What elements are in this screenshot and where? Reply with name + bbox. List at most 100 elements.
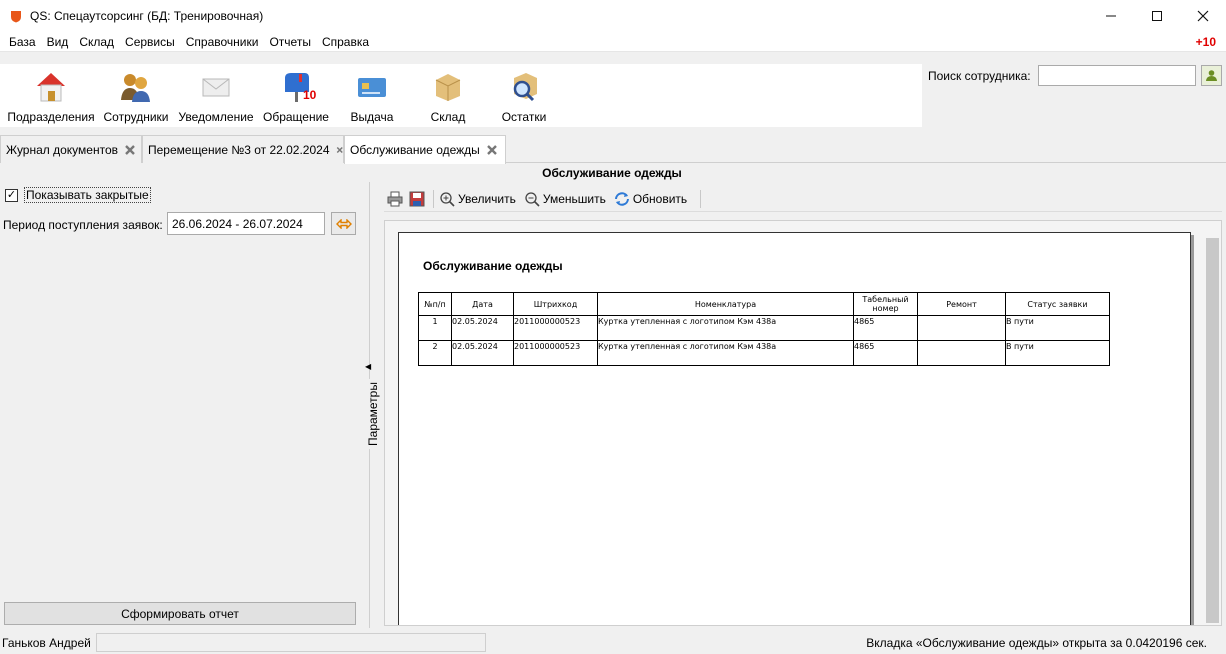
cell-barcode: 2011000000523 bbox=[513, 315, 598, 341]
cell-tab-number: 4865 bbox=[853, 315, 918, 341]
magnifier-icon bbox=[513, 73, 537, 102]
house-icon bbox=[37, 73, 65, 102]
box-icon bbox=[435, 74, 461, 101]
tab-clothing-service[interactable]: Обслуживание одежды bbox=[344, 135, 506, 164]
card-icon bbox=[358, 78, 386, 97]
column-header: Табельный номер bbox=[853, 292, 918, 316]
report-viewer[interactable]: Обслуживание одежды №п/п Дата Штрихкод Н… bbox=[384, 220, 1222, 626]
table-header-row: №п/п Дата Штрихкод Номенклатура Табельны… bbox=[418, 292, 1110, 316]
employee-search-button[interactable] bbox=[1201, 65, 1222, 86]
save-icon bbox=[409, 191, 425, 206]
status-bar: Ганьков Андрей Вкладка «Обслуживание оде… bbox=[0, 632, 1226, 654]
menu-sklad[interactable]: Склад bbox=[74, 35, 120, 49]
period-field[interactable]: 26.06.2024 - 26.07.2024 bbox=[167, 212, 325, 235]
column-header: Статус заявки bbox=[1005, 292, 1110, 316]
people-icon bbox=[121, 74, 150, 102]
zoom-in-button[interactable]: Увеличить bbox=[439, 191, 516, 207]
report-table: №п/п Дата Штрихкод Номенклатура Табельны… bbox=[418, 292, 1110, 366]
main-toolbar: Подразделения Сотрудники Уведомление 10 … bbox=[0, 64, 922, 127]
toolbar-notification-button[interactable]: Уведомление bbox=[178, 70, 254, 126]
status-user: Ганьков Андрей bbox=[2, 636, 91, 650]
envelope-icon bbox=[202, 78, 230, 97]
refresh-button[interactable]: Обновить bbox=[614, 191, 687, 207]
cell-barcode: 2011000000523 bbox=[513, 340, 598, 366]
toolbar-issue-button[interactable]: Выдача bbox=[340, 70, 404, 126]
report-page-title: Обслуживание одежды bbox=[423, 259, 563, 273]
user-search-icon bbox=[1206, 70, 1217, 81]
minimize-icon bbox=[1106, 15, 1116, 17]
column-header: №п/п bbox=[418, 292, 452, 316]
toolbar-departments-button[interactable]: Подразделения bbox=[7, 70, 95, 126]
toolbar-warehouse-button[interactable]: Склад bbox=[416, 70, 480, 126]
close-button[interactable] bbox=[1180, 0, 1226, 32]
period-picker-button[interactable] bbox=[331, 212, 356, 235]
notification-badge[interactable]: +10 bbox=[1196, 35, 1216, 49]
cell-number: 1 bbox=[418, 315, 452, 341]
zoom-out-label: Уменьшить bbox=[542, 191, 606, 206]
window-title: QS: Спецаутсорсинг (БД: Тренировочная) bbox=[30, 9, 264, 23]
show-closed-row[interactable]: ✓ Показывать закрытые bbox=[5, 187, 151, 203]
zoom-out-button[interactable]: Уменьшить bbox=[524, 191, 606, 207]
menu-spravka[interactable]: Справка bbox=[317, 35, 375, 49]
print-button[interactable] bbox=[384, 188, 406, 210]
refresh-label: Обновить bbox=[632, 191, 688, 206]
tab-transfer-3[interactable]: Перемещение №3 от 22.02.2024 bbox=[142, 135, 344, 163]
cell-nomenclature: Куртка утепленная с логотипом Кэм 438а bbox=[597, 340, 854, 366]
minimize-button[interactable] bbox=[1088, 0, 1134, 32]
menu-spravochniki[interactable]: Справочники bbox=[181, 35, 265, 49]
save-button[interactable] bbox=[406, 188, 428, 210]
title-bar: QS: Спецаутсорсинг (БД: Тренировочная) bbox=[0, 0, 1226, 32]
show-closed-label[interactable]: Показывать закрытые bbox=[24, 187, 151, 203]
cell-status: В пути bbox=[1005, 340, 1110, 366]
maximize-icon bbox=[1152, 11, 1162, 21]
close-icon bbox=[1197, 10, 1209, 22]
toolbar-label: Подразделения bbox=[7, 110, 95, 124]
cell-status: В пути bbox=[1005, 315, 1110, 341]
request-count-badge: 10 bbox=[303, 88, 317, 102]
employee-search-input[interactable] bbox=[1038, 65, 1196, 86]
tab-label: Журнал документов bbox=[6, 142, 119, 157]
column-header: Штрихкод bbox=[513, 292, 598, 316]
toolbar-label: Остатки bbox=[501, 110, 547, 124]
tab-label: Перемещение №3 от 22.02.2024 bbox=[148, 142, 330, 157]
report-page: Обслуживание одежды №п/п Дата Штрихкод Н… bbox=[398, 232, 1191, 625]
cell-nomenclature: Куртка утепленная с логотипом Кэм 438а bbox=[597, 315, 854, 341]
tab-label: Обслуживание одежды bbox=[350, 143, 480, 157]
generate-report-button[interactable]: Сформировать отчет bbox=[4, 602, 356, 625]
parameters-panel: ✓ Показывать закрытые Период поступления… bbox=[0, 182, 362, 628]
app-shield-icon bbox=[11, 10, 21, 22]
show-closed-checkbox[interactable]: ✓ bbox=[5, 188, 18, 202]
report-header-title: Обслуживание одежды bbox=[542, 166, 682, 180]
toolbar-label: Выдача bbox=[350, 110, 394, 124]
column-header: Ремонт bbox=[917, 292, 1006, 316]
collapse-arrow-icon[interactable]: ◀ bbox=[365, 362, 371, 371]
menu-baza[interactable]: База bbox=[4, 35, 42, 49]
cell-tab-number: 4865 bbox=[853, 340, 918, 366]
viewer-vertical-scrollbar[interactable] bbox=[1206, 238, 1219, 623]
menu-servisy[interactable]: Сервисы bbox=[120, 35, 181, 49]
toolbar-label: Склад bbox=[430, 110, 466, 124]
close-tab-icon[interactable] bbox=[124, 144, 136, 156]
zoom-in-icon bbox=[440, 191, 455, 207]
close-tab-icon[interactable] bbox=[336, 144, 344, 156]
menu-vid[interactable]: Вид bbox=[42, 35, 75, 49]
status-progress-box bbox=[96, 633, 486, 652]
toolbar-label: Обращение bbox=[263, 110, 329, 124]
parameters-splitter[interactable]: ◀ Параметры bbox=[362, 182, 380, 628]
table-row: 2 02.05.2024 2011000000523 Куртка утепле… bbox=[418, 340, 1110, 366]
zoom-out-icon bbox=[525, 191, 540, 207]
parameters-tab-label[interactable]: Параметры bbox=[365, 379, 380, 449]
toolbar-employees-button[interactable]: Сотрудники bbox=[102, 70, 170, 126]
cell-date: 02.05.2024 bbox=[451, 315, 514, 341]
table-row: 1 02.05.2024 2011000000523 Куртка утепле… bbox=[418, 315, 1110, 341]
refresh-icon bbox=[614, 191, 629, 206]
status-message: Вкладка «Обслуживание одежды» открыта за… bbox=[866, 636, 1207, 650]
maximize-button[interactable] bbox=[1134, 0, 1180, 32]
close-tab-icon[interactable] bbox=[486, 144, 498, 156]
column-header: Номенклатура bbox=[597, 292, 854, 316]
toolbar-request-button[interactable]: 10 Обращение bbox=[262, 70, 330, 126]
tab-documents-journal[interactable]: Журнал документов bbox=[0, 135, 142, 163]
period-label: Период поступления заявок: bbox=[3, 218, 163, 232]
toolbar-stock-button[interactable]: Остатки bbox=[492, 70, 556, 126]
menu-otchety[interactable]: Отчеты bbox=[264, 35, 316, 49]
